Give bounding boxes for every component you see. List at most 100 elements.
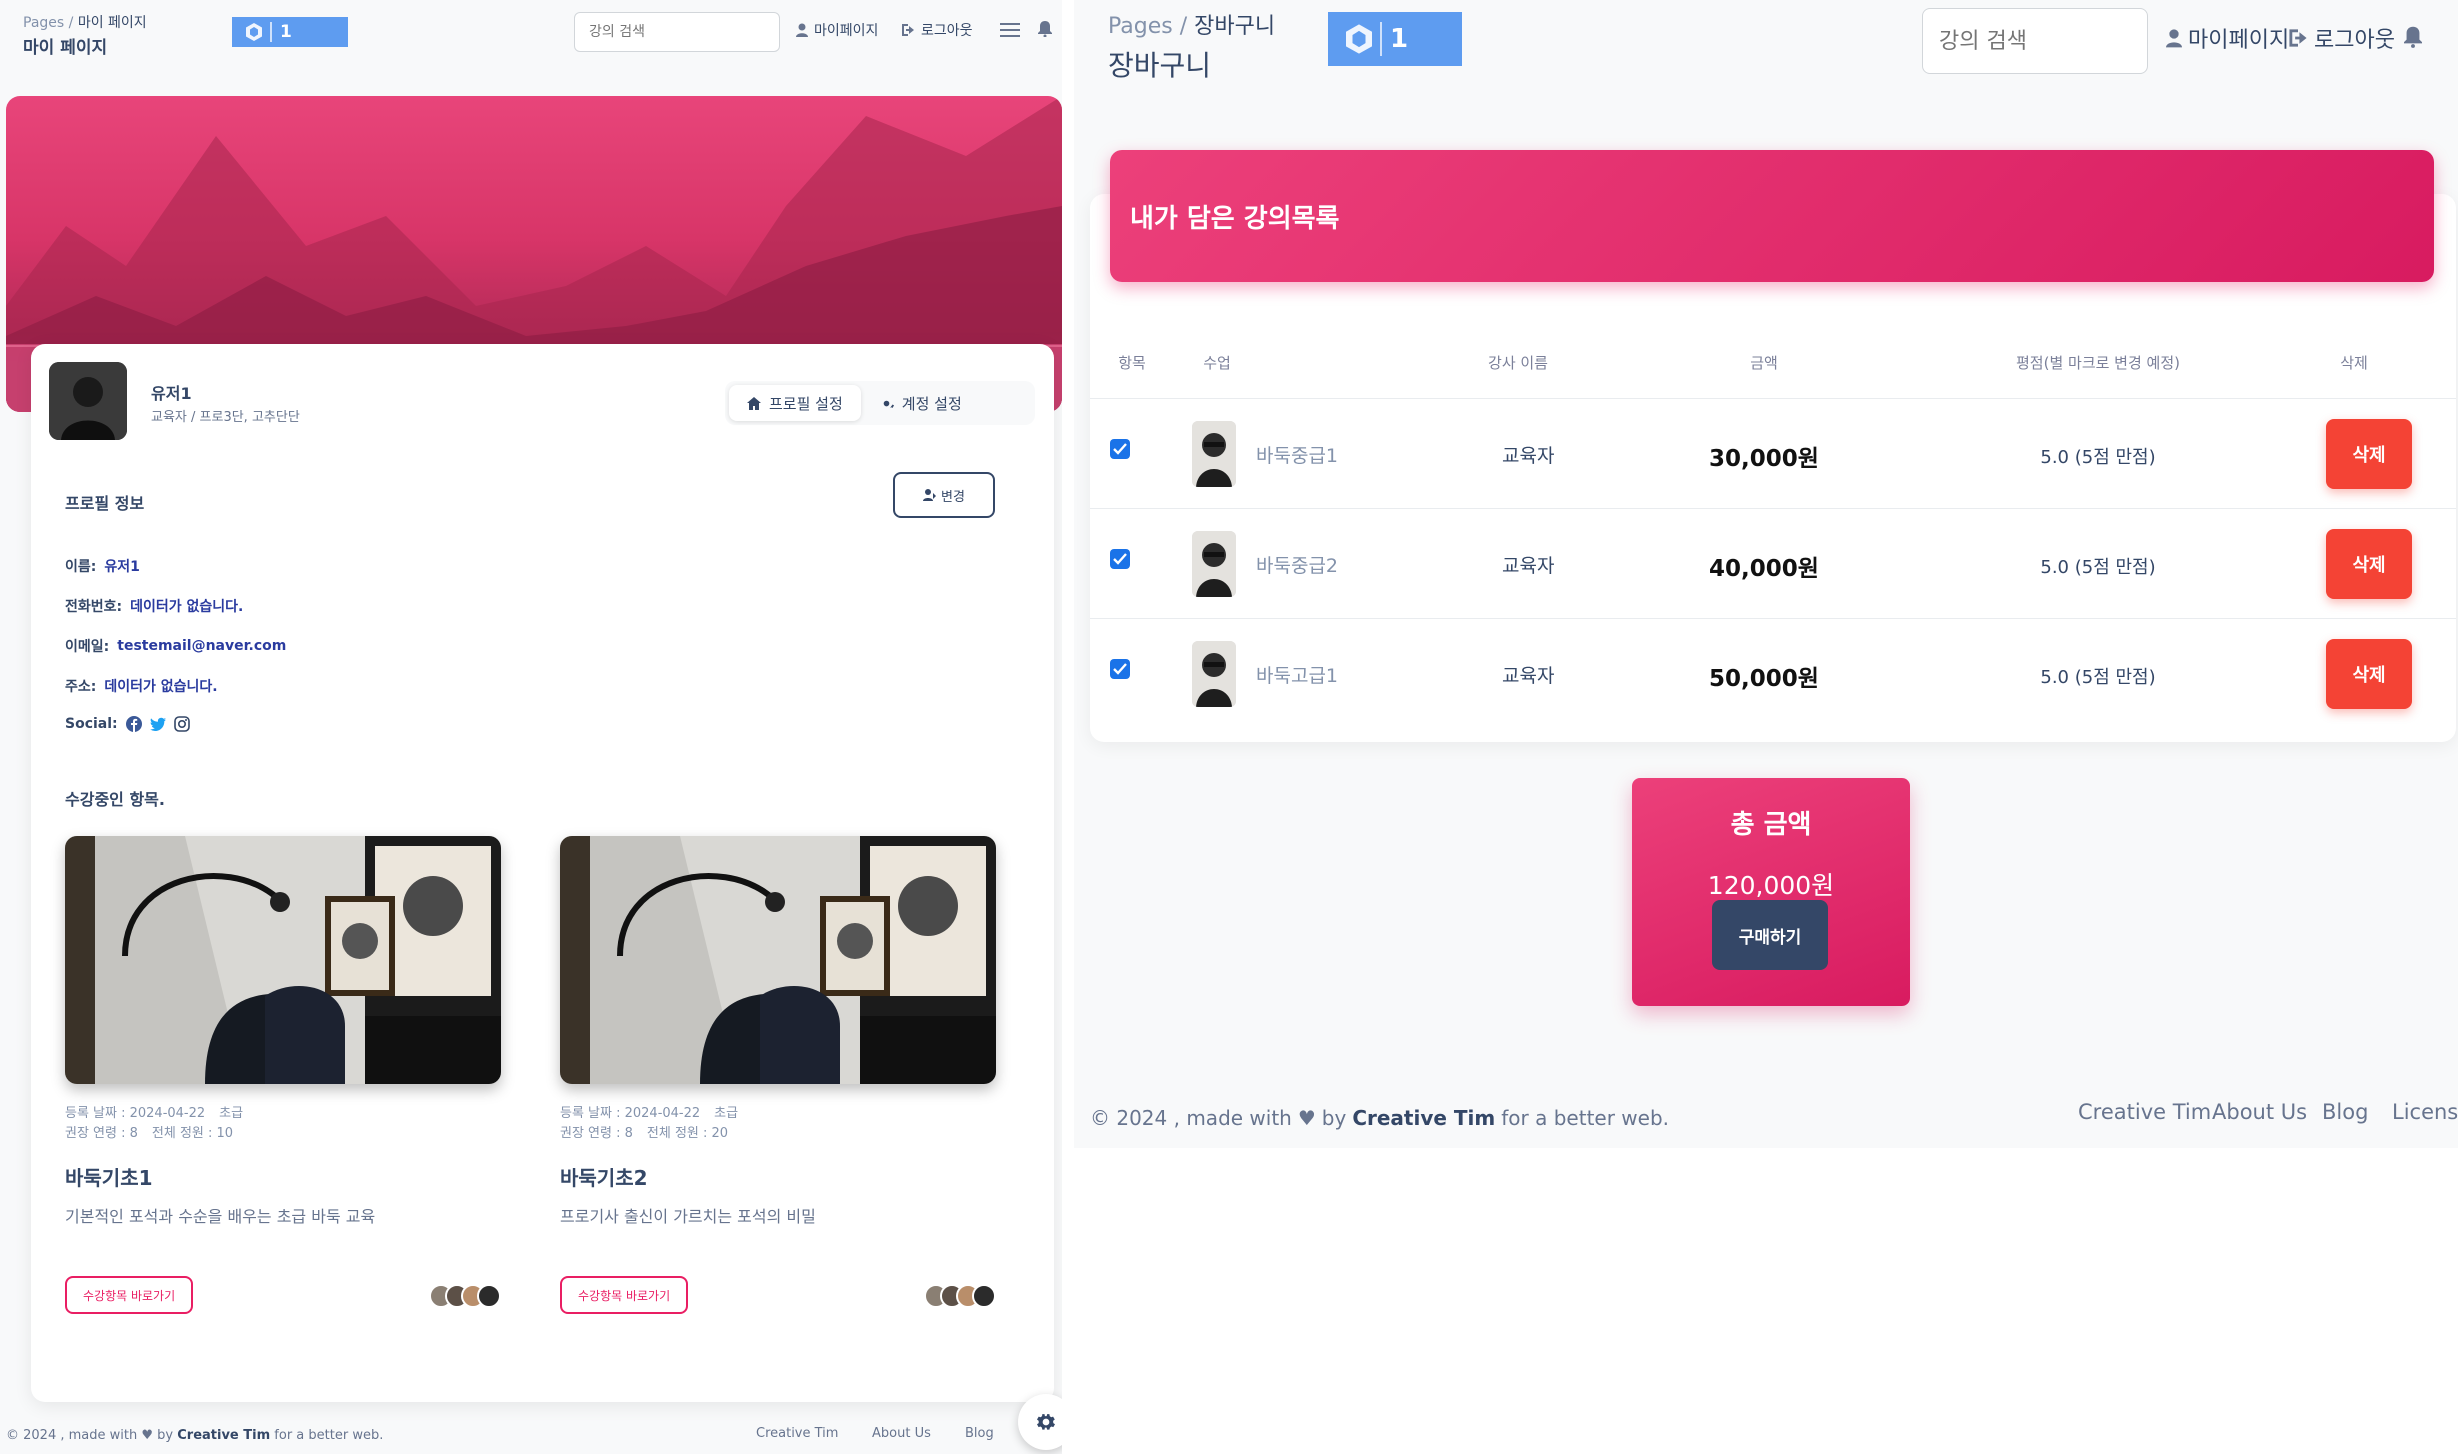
avatar-group [924, 1284, 996, 1308]
go-to-course-button[interactable]: 수강항목 바로가기 [65, 1276, 194, 1314]
tab-account-settings[interactable]: 계정 설정 [861, 385, 980, 421]
course-image[interactable] [560, 836, 996, 1084]
user-icon [796, 23, 808, 37]
course-name[interactable]: 바둑고급1 [1256, 661, 1338, 688]
facebook-icon[interactable] [125, 716, 142, 732]
logout-link[interactable]: 로그아웃 [901, 20, 973, 40]
search-input[interactable] [574, 12, 780, 52]
info-phone-row: 전화번호: 데이터가 없습니다. [65, 599, 244, 615]
bell-icon[interactable] [1038, 21, 1052, 37]
instagram-icon[interactable] [173, 716, 190, 732]
footer-link-blog[interactable]: Blog [965, 1426, 994, 1441]
go-to-course-button[interactable]: 수강항목 바로가기 [560, 1276, 689, 1314]
column-header: 삭제 [2340, 354, 2368, 372]
notification-badge[interactable]: 1 [1328, 12, 1462, 66]
column-header: 평점(별 마크로 변경 예정) [2015, 354, 2181, 372]
user-name: 유저1 [151, 384, 192, 403]
user-role: 교육자 / 프로3단, 고추단단 [151, 410, 300, 425]
footer-link-blog[interactable]: Blog [2322, 1100, 2368, 1124]
teacher-name: 교육자 [1502, 555, 1555, 577]
delete-button[interactable]: 삭제 [2326, 529, 2412, 599]
top-navbar: Pages / 마이 페이지 마이 페이지 1 마이페이지 로그아웃 [0, 0, 1062, 62]
logout-icon [2289, 29, 2307, 47]
gear-icon [883, 400, 894, 408]
purchase-button[interactable]: 구매하기 [1712, 900, 1828, 970]
course-image[interactable] [65, 836, 501, 1084]
info-name-row: 이름: 유저1 [65, 559, 140, 575]
course-card: 등록 날짜 : 2024-04-22 초급 권장 연령 : 8 전체 정원 : 10… [65, 836, 501, 1314]
hexagon-icon [1346, 24, 1372, 54]
delete-button[interactable]: 삭제 [2326, 639, 2412, 709]
total-amount: 120,000원 [1707, 871, 1835, 900]
delete-button[interactable]: 삭제 [2326, 419, 2412, 489]
footer-copyright: © 2024 , made with ♥ by Creative Tim for… [6, 1428, 384, 1443]
course-title[interactable]: 바둑기초2 [560, 1162, 996, 1191]
home-icon [747, 396, 761, 410]
total-label: 총 금액 [1730, 810, 1812, 840]
notification-badge[interactable]: 1 [232, 17, 348, 47]
breadcrumb-current: 장바구니 [1194, 14, 1276, 39]
mypage-link[interactable]: 마이페이지 [796, 20, 878, 40]
course-name[interactable]: 바둑중급2 [1256, 551, 1338, 578]
course-thumbnail [1192, 531, 1236, 597]
footer-link-license[interactable]: License [2392, 1100, 2458, 1124]
avatar [49, 362, 127, 440]
menu-icon[interactable] [1000, 22, 1020, 38]
column-header: 항목 [1118, 354, 1146, 372]
table-row: 바둑중급1 교육자 30,000원 5.0 (5점 만점) 삭제 [1090, 398, 2456, 508]
footer-link-about-us[interactable]: About Us [872, 1426, 931, 1441]
course-rating: 5.0 (5점 만점) [2040, 557, 2156, 578]
page-title: 장바구니 [1108, 49, 1212, 82]
row-checkbox[interactable] [1110, 659, 1130, 679]
table-row: 바둑고급1 교육자 50,000원 5.0 (5점 만점) 삭제 [1090, 618, 2456, 728]
footer-link-about-us[interactable]: About Us [2212, 1100, 2307, 1124]
course-thumbnail [1192, 641, 1236, 707]
footer-link-creative-tim[interactable]: Creative Tim [2078, 1100, 2211, 1124]
tab-profile-settings[interactable]: 프로필 설정 [729, 385, 861, 421]
hexagon-icon [246, 23, 262, 41]
course-meta: 등록 날짜 : 2024-04-22 초급 권장 연령 : 8 전체 정원 : 20 [560, 1106, 739, 1141]
breadcrumb: Pages / 장바구니 [1108, 14, 1276, 39]
column-header: 수업 [1203, 354, 1231, 372]
user-edit-icon [923, 489, 937, 501]
logout-link[interactable]: 로그아웃 [2288, 22, 2395, 54]
table-row: 바둑중급2 교육자 40,000원 5.0 (5점 만점) 삭제 [1090, 508, 2456, 618]
mypage-link[interactable]: 마이페이지 [2166, 22, 2289, 54]
teacher-name: 교육자 [1502, 665, 1555, 687]
user-icon [2166, 29, 2182, 48]
footer-brand-link[interactable]: Creative Tim [1352, 1106, 1495, 1130]
breadcrumb-root[interactable]: Pages [23, 15, 64, 31]
footer-link-creative-tim[interactable]: Creative Tim [756, 1426, 838, 1441]
row-checkbox[interactable] [1110, 549, 1130, 569]
avatar[interactable] [477, 1284, 501, 1308]
footer-brand-link[interactable]: Creative Tim [177, 1428, 270, 1443]
twitter-icon[interactable] [149, 716, 166, 732]
search-input[interactable] [1922, 8, 2148, 74]
heart-icon: ♥ [141, 1428, 154, 1443]
course-card: 등록 날짜 : 2024-04-22 초급 권장 연령 : 8 전체 정원 : 20… [560, 836, 996, 1314]
course-description: 기본적인 포석과 수순을 배우는 초급 바둑 교육 [65, 1207, 376, 1226]
bell-icon[interactable] [2404, 26, 2422, 48]
total-card: 총 금액 120,000원 구매하기 [1632, 778, 1910, 1006]
course-title[interactable]: 바둑기초1 [65, 1162, 501, 1191]
column-header: 강사 이름 [1488, 354, 1548, 372]
social-row: Social: [65, 716, 190, 732]
profile-card: 유저1 교육자 / 프로3단, 고추단단 프로필 설정 계정 설정 프로필 정보… [31, 344, 1054, 1402]
breadcrumb: Pages / 마이 페이지 [23, 15, 147, 31]
info-email-row: 이메일: testemail@naver.com [65, 638, 287, 655]
course-rating: 5.0 (5점 만점) [2040, 447, 2156, 468]
course-price: 40,000원 [1709, 556, 1819, 582]
column-header: 금액 [1750, 354, 1778, 372]
heart-icon: ♥ [1297, 1106, 1316, 1130]
cart-header: 내가 담은 강의목록 [1110, 150, 2434, 282]
gear-icon [1037, 1414, 1055, 1430]
course-meta: 등록 날짜 : 2024-04-22 초급 권장 연령 : 8 전체 정원 : 10 [65, 1106, 244, 1141]
row-checkbox[interactable] [1110, 439, 1130, 459]
settings-fab[interactable] [1018, 1394, 1062, 1450]
page-title: 마이 페이지 [23, 38, 108, 58]
course-name[interactable]: 바둑중급1 [1256, 441, 1338, 468]
edit-profile-button[interactable]: 변경 [893, 472, 995, 518]
profile-info-title: 프로필 정보 [65, 494, 145, 513]
avatar[interactable] [972, 1284, 996, 1308]
breadcrumb-root[interactable]: Pages [1108, 14, 1173, 39]
